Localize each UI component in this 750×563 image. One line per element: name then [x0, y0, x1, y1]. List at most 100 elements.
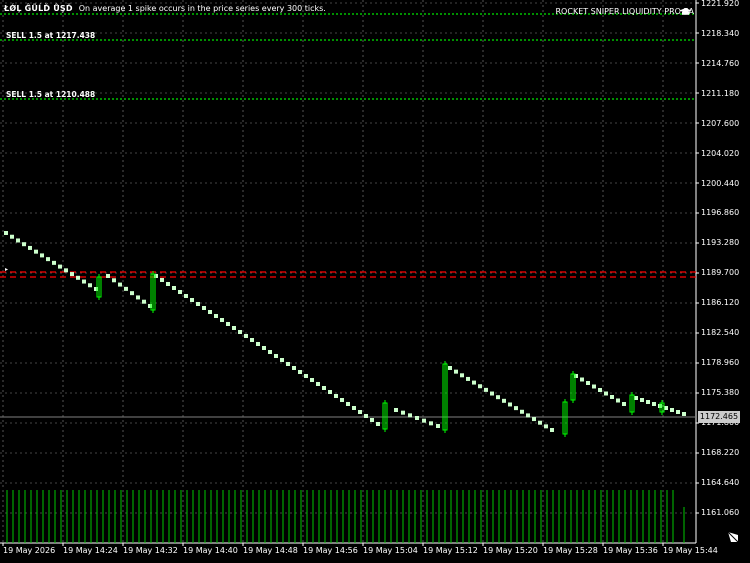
- candle: [532, 417, 536, 422]
- candle: [454, 369, 458, 374]
- candle: [538, 420, 542, 425]
- autoscroll-icon[interactable]: [726, 530, 740, 544]
- price-tick-label: 1218.340: [701, 29, 740, 38]
- candle: [598, 388, 602, 392]
- candle: [298, 370, 302, 374]
- price-tick-label: 1182.540: [701, 328, 740, 337]
- candle: [274, 354, 278, 358]
- time-tick-label: 19 May 15:20: [483, 546, 538, 555]
- candle: [322, 386, 326, 390]
- candle: [238, 330, 242, 334]
- price-tick-label: 1175.380: [701, 388, 740, 397]
- candle: [664, 406, 668, 410]
- price-tick-label: 1161.060: [701, 508, 740, 517]
- candle: [292, 366, 296, 370]
- candle: [202, 306, 206, 310]
- candle: [604, 391, 608, 396]
- candle: [640, 398, 644, 402]
- candle: [130, 291, 134, 296]
- time-tick-label: 19 May 15:44: [663, 546, 718, 555]
- spike-info-text: On average 1 spike occurs in the price s…: [78, 3, 326, 13]
- candle: [304, 374, 308, 378]
- candle: [502, 398, 506, 403]
- price-chart[interactable]: ▸ ŁǾĻ ĜŨĹĎ ŮŞĎ On average 1 spike occurs…: [0, 0, 750, 563]
- candle: [190, 298, 194, 302]
- candle: [280, 358, 284, 362]
- candle: [82, 279, 86, 284]
- candle: [340, 398, 344, 402]
- expert-advisor-name: ROCKET SNIPER LIQUIDITY PRO EA: [555, 7, 695, 16]
- candle: [208, 310, 212, 314]
- candle: [652, 402, 656, 406]
- price-tick-label: 1189.700: [701, 268, 740, 277]
- candle: [370, 418, 374, 422]
- candle: [196, 302, 200, 306]
- candle: [676, 410, 680, 414]
- candle: [76, 275, 80, 280]
- current-price-tag: 1172.465: [698, 411, 740, 423]
- candle: [352, 406, 356, 410]
- candle: [429, 421, 433, 426]
- candle: [22, 242, 26, 247]
- candle: [490, 391, 494, 396]
- candle: [496, 395, 500, 400]
- candle: [256, 342, 260, 346]
- candle: [244, 334, 248, 338]
- candle: [52, 260, 56, 265]
- chart-canvas[interactable]: ▸: [0, 0, 750, 563]
- price-tick-label: 1207.600: [701, 119, 740, 128]
- candle: [88, 283, 92, 288]
- time-tick-label: 19 May 14:48: [243, 546, 298, 555]
- candle: [544, 424, 548, 429]
- candle: [634, 396, 638, 400]
- candle: [46, 257, 50, 262]
- candle: [220, 318, 224, 322]
- candle: [136, 295, 140, 300]
- candle: [670, 408, 674, 412]
- price-tick-label: 1214.760: [701, 59, 740, 68]
- order-label-sell-1[interactable]: SELL 1.5 at 1217.438: [6, 31, 95, 40]
- candle: [286, 362, 290, 366]
- time-tick-label: 19 May 14:56: [303, 546, 358, 555]
- candle: [508, 402, 512, 407]
- candle: [580, 377, 584, 382]
- candle: [415, 416, 419, 420]
- candle: [160, 278, 164, 282]
- time-tick-label: 19 May 15:36: [603, 546, 658, 555]
- candle: [394, 408, 398, 412]
- candle: [172, 286, 176, 290]
- candle: [514, 406, 518, 411]
- price-tick-label: 1164.640: [701, 478, 740, 487]
- candle: [142, 299, 146, 304]
- candle: [520, 409, 524, 414]
- candle: [460, 373, 464, 378]
- candle: [364, 414, 368, 418]
- candle: [184, 294, 188, 298]
- price-tick-label: 1196.860: [701, 208, 740, 217]
- candle: [16, 238, 20, 243]
- time-tick-label: 19 May 15:28: [543, 546, 598, 555]
- candle: [58, 264, 62, 269]
- candle: [118, 282, 122, 287]
- candle: [226, 322, 230, 326]
- candle: [28, 245, 32, 250]
- graduation-cap-icon[interactable]: [679, 7, 692, 17]
- candle: [401, 410, 405, 415]
- price-tick-label: 1178.960: [701, 358, 740, 367]
- candle: [610, 395, 614, 399]
- price-tick-label: 1186.120: [701, 298, 740, 307]
- symbol-label: ŁǾĻ ĜŨĹĎ ŮŞĎ: [4, 3, 73, 13]
- candle: [484, 387, 488, 392]
- price-tick-label: 1211.180: [701, 89, 740, 98]
- chart-header: ŁǾĻ ĜŨĹĎ ŮŞĎ On average 1 spike occurs i…: [4, 1, 326, 15]
- price-tick-label: 1204.020: [701, 149, 740, 158]
- candle: [70, 272, 74, 277]
- candle: [232, 326, 236, 330]
- candle: [616, 398, 620, 403]
- candle: [214, 314, 218, 318]
- candle: [586, 381, 590, 385]
- order-label-sell-2[interactable]: SELL 1.5 at 1210.488: [6, 90, 95, 99]
- candle: [466, 376, 470, 381]
- candle: [346, 402, 350, 406]
- candle: [268, 350, 272, 354]
